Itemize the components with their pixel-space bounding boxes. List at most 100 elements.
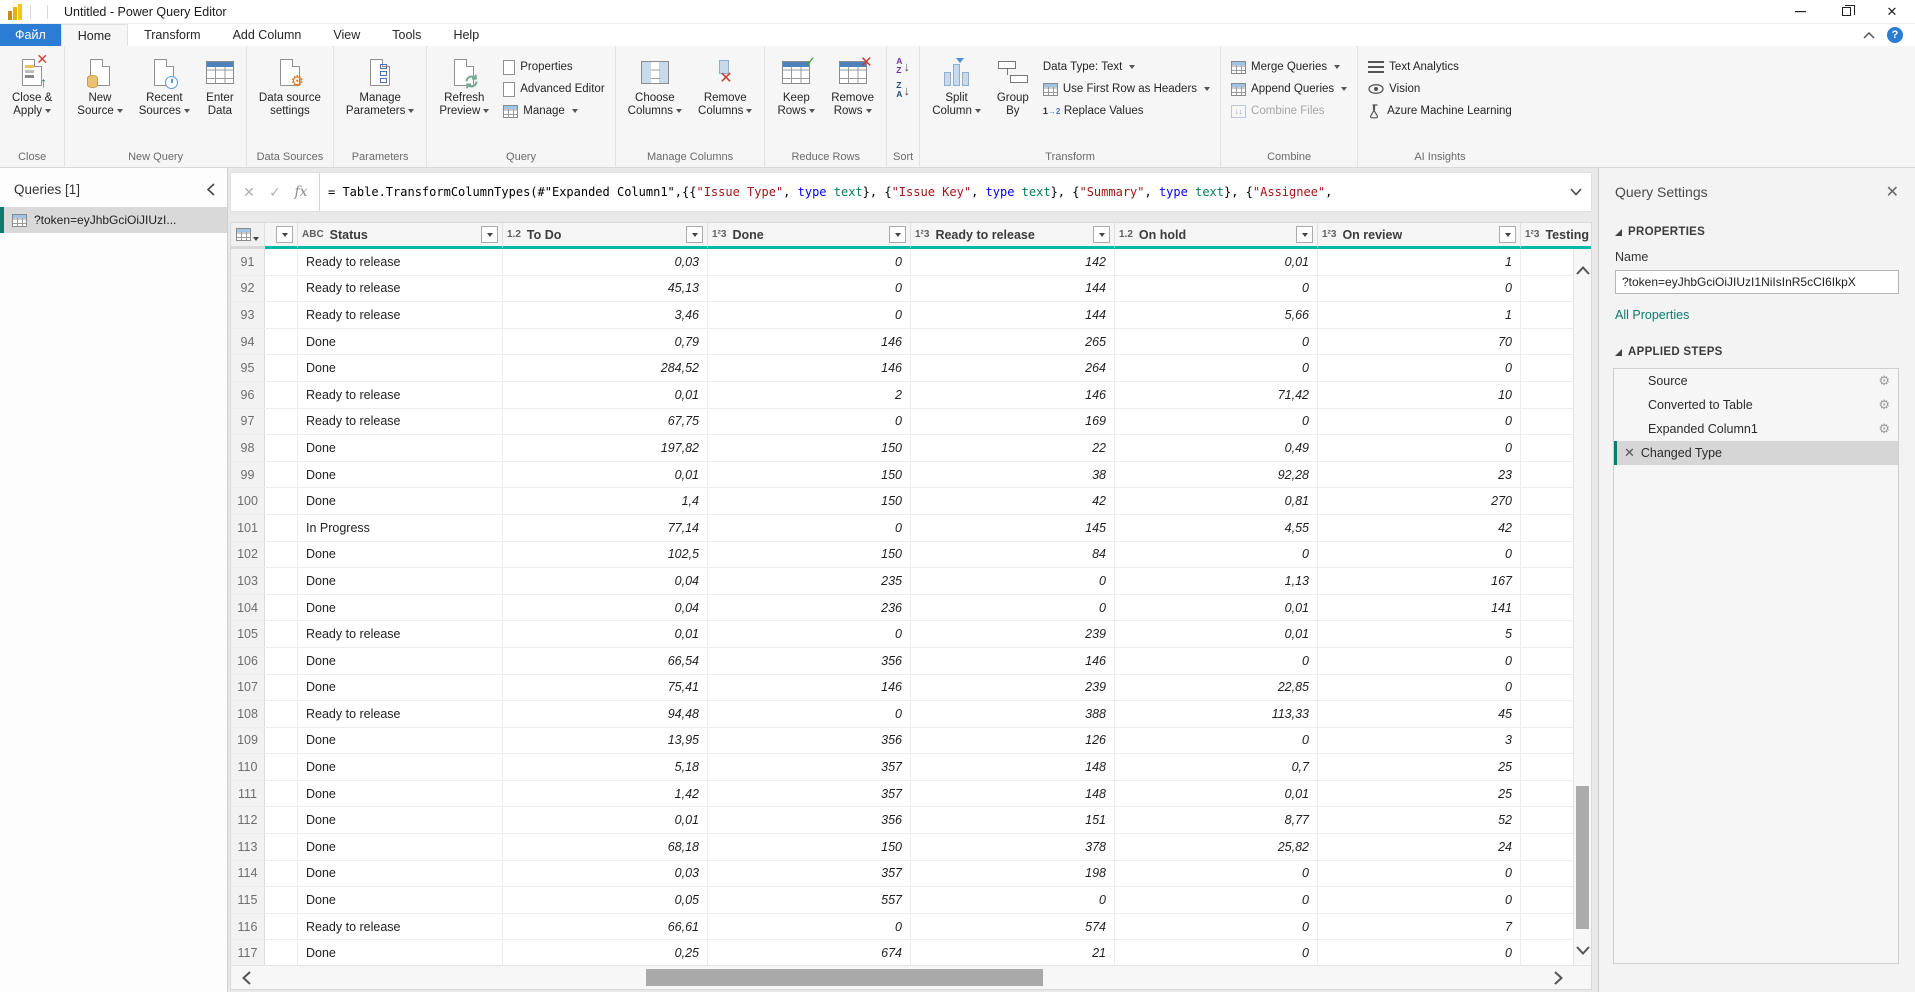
choose-columns-button[interactable]: ChooseColumns xyxy=(622,50,688,118)
grid-cell[interactable]: 144 xyxy=(911,276,1115,302)
data-source-settings-button[interactable]: ⚙ Data sourcesettings xyxy=(253,50,327,118)
grid-cell[interactable]: 146 xyxy=(708,329,911,355)
close-window-button[interactable]: ✕ xyxy=(1869,0,1915,24)
row-number[interactable]: 92 xyxy=(231,276,265,302)
grid-cell[interactable]: 1,4 xyxy=(503,488,708,514)
row-number[interactable]: 111 xyxy=(231,781,265,807)
column-header-on-hold[interactable]: 1.2On hold xyxy=(1115,223,1318,249)
advanced-editor-button[interactable]: Advanced Editor xyxy=(499,78,608,100)
column-header-status[interactable]: ABCStatus xyxy=(298,223,503,249)
row-number[interactable]: 110 xyxy=(231,754,265,780)
grid-cell[interactable]: 0 xyxy=(708,276,911,302)
grid-cell[interactable]: 146 xyxy=(708,355,911,381)
row-number[interactable]: 104 xyxy=(231,595,265,621)
row-number[interactable]: 99 xyxy=(231,462,265,488)
close-apply-button[interactable]: ✕ ↑ Close &Apply xyxy=(6,50,58,118)
grid-cell[interactable]: 66,61 xyxy=(503,914,708,940)
grid-cell[interactable]: 0 xyxy=(1115,861,1318,887)
row-number[interactable]: 112 xyxy=(231,807,265,833)
grid-cell[interactable]: 356 xyxy=(708,728,911,754)
query-name-input[interactable] xyxy=(1615,270,1899,294)
grid-cell[interactable]: 239 xyxy=(911,675,1115,701)
grid-cell-status[interactable]: Done xyxy=(298,675,503,701)
grid-cell-status[interactable]: Done xyxy=(298,568,503,594)
grid-cell[interactable]: 146 xyxy=(911,382,1115,408)
grid-cell[interactable] xyxy=(265,302,298,328)
column-filter-button[interactable] xyxy=(276,226,293,243)
grid-cell[interactable]: 0 xyxy=(1115,648,1318,674)
grid-cell[interactable]: 264 xyxy=(911,355,1115,381)
grid-cell[interactable]: 146 xyxy=(708,675,911,701)
column-header-ready-to-release[interactable]: 1²3Ready to release xyxy=(911,223,1115,249)
grid-cell[interactable]: 0,03 xyxy=(503,861,708,887)
refresh-preview-button[interactable]: RefreshPreview xyxy=(433,50,495,118)
grid-cell[interactable]: 236 xyxy=(708,595,911,621)
grid-cell-status[interactable]: Done xyxy=(298,355,503,381)
applied-step-expanded-column1[interactable]: Expanded Column1⚙ xyxy=(1614,417,1898,441)
grid-cell[interactable]: 0,01 xyxy=(503,462,708,488)
row-number[interactable]: 109 xyxy=(231,728,265,754)
grid-cell[interactable] xyxy=(265,462,298,488)
grid-cell[interactable]: 150 xyxy=(708,462,911,488)
grid-cell-status[interactable]: Ready to release xyxy=(298,302,503,328)
manage-parameters-button[interactable]: ManageParameters xyxy=(340,50,420,118)
row-number[interactable]: 117 xyxy=(231,940,265,966)
row-number[interactable]: 98 xyxy=(231,435,265,461)
row-number[interactable]: 102 xyxy=(231,542,265,568)
split-column-button[interactable]: SplitColumn xyxy=(926,50,987,118)
grid-cell[interactable]: 235 xyxy=(708,568,911,594)
grid-cell[interactable]: 71,42 xyxy=(1115,382,1318,408)
grid-cell[interactable]: 0 xyxy=(1115,940,1318,966)
grid-cell[interactable]: 126 xyxy=(911,728,1115,754)
grid-cell-status[interactable]: Done xyxy=(298,807,503,833)
grid-cell[interactable]: 0 xyxy=(911,595,1115,621)
grid-cell[interactable] xyxy=(265,728,298,754)
grid-cell[interactable]: 197,82 xyxy=(503,435,708,461)
text-analytics-button[interactable]: Text Analytics xyxy=(1364,56,1516,78)
grid-cell[interactable]: 0 xyxy=(708,249,911,275)
column-header-done[interactable]: 1²3Done xyxy=(708,223,911,249)
grid-cell[interactable] xyxy=(265,355,298,381)
collapse-queries-panel-icon[interactable] xyxy=(207,183,215,196)
sort-ascending-button[interactable]: AZ↓ xyxy=(896,56,910,76)
grid-cell[interactable]: 388 xyxy=(911,701,1115,727)
grid-cell[interactable]: 0 xyxy=(708,515,911,541)
grid-cell-status[interactable]: Ready to release xyxy=(298,701,503,727)
grid-cell[interactable]: 0 xyxy=(1115,728,1318,754)
grid-cell-status[interactable]: Done xyxy=(298,329,503,355)
applied-steps-section-header[interactable]: APPLIED STEPS xyxy=(1615,346,1899,358)
grid-cell[interactable]: 239 xyxy=(911,621,1115,647)
applied-step-changed-type[interactable]: ✕Changed Type xyxy=(1614,441,1898,465)
column-filter-button[interactable] xyxy=(1093,226,1110,243)
remove-rows-button[interactable]: ✕ RemoveRows xyxy=(825,50,880,118)
grid-cell[interactable]: 144 xyxy=(911,302,1115,328)
grid-cell-status[interactable]: Done xyxy=(298,648,503,674)
grid-cell[interactable]: 150 xyxy=(708,488,911,514)
step-settings-gear-icon[interactable]: ⚙ xyxy=(1878,421,1890,437)
grid-cell[interactable]: 67,75 xyxy=(503,409,708,435)
grid-cell-status[interactable]: Done xyxy=(298,940,503,966)
grid-cell-status[interactable]: Done xyxy=(298,861,503,887)
grid-cell[interactable] xyxy=(265,701,298,727)
grid-cell[interactable]: 0 xyxy=(1115,887,1318,913)
grid-cell[interactable]: 42 xyxy=(911,488,1115,514)
grid-cell[interactable]: 0 xyxy=(1115,329,1318,355)
grid-cell-status[interactable]: Done xyxy=(298,595,503,621)
column-header-to-do[interactable]: 1.2To Do xyxy=(503,223,708,249)
row-number[interactable]: 115 xyxy=(231,887,265,913)
grid-cell[interactable]: 0,01 xyxy=(1115,781,1318,807)
formula-cancel-button[interactable]: ✕ xyxy=(237,178,261,206)
all-properties-link[interactable]: All Properties xyxy=(1615,308,1899,322)
grid-cell[interactable]: 0,01 xyxy=(503,621,708,647)
grid-cell[interactable] xyxy=(265,249,298,275)
grid-cell[interactable] xyxy=(265,940,298,966)
grid-cell[interactable]: 0 xyxy=(708,302,911,328)
use-first-row-as-headers-button[interactable]: Use First Row as Headers xyxy=(1039,78,1214,100)
enter-data-button[interactable]: EnterData xyxy=(200,50,240,118)
grid-cell[interactable] xyxy=(265,568,298,594)
grid-cell[interactable] xyxy=(265,914,298,940)
applied-step-source[interactable]: Source⚙ xyxy=(1614,369,1898,393)
step-settings-gear-icon[interactable]: ⚙ xyxy=(1878,373,1890,389)
grid-cell[interactable]: 357 xyxy=(708,781,911,807)
row-number[interactable]: 103 xyxy=(231,568,265,594)
